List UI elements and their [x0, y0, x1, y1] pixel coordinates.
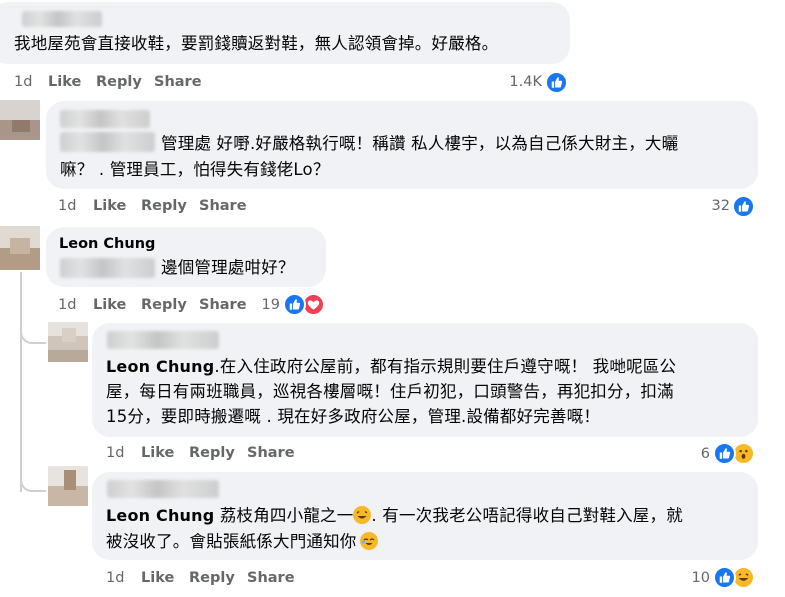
share-link[interactable]: Share — [247, 568, 295, 588]
thread-line — [20, 272, 22, 492]
share-link[interactable]: Share — [154, 72, 202, 92]
author-name-blurred[interactable] — [60, 110, 150, 128]
reply-link[interactable]: Reply — [96, 72, 142, 92]
share-link[interactable]: Share — [199, 295, 247, 315]
share-link[interactable]: Share — [247, 443, 295, 463]
mention-link[interactable]: Leon Chung — [106, 506, 214, 525]
author-name-blurred[interactable] — [107, 331, 219, 349]
comment-time[interactable]: 1d — [58, 196, 76, 216]
avatar[interactable] — [48, 322, 88, 362]
like-icon[interactable] — [545, 71, 568, 94]
like-icon[interactable] — [713, 566, 736, 589]
comment-time[interactable]: 1d — [106, 443, 124, 463]
reaction-count[interactable]: 6 — [690, 444, 710, 464]
reply-text-b: . 有一次我老公唔記得收自己對鞋入屋，就 — [371, 506, 683, 525]
avatar[interactable] — [0, 100, 40, 140]
reaction-count[interactable]: 32 — [690, 196, 730, 216]
reply-text-line-1: Leon Chung.在入住政府公屋前，都有指示規則要住戶遵守嘅！ 我哋呢區公 — [106, 355, 676, 379]
comment-actions: 1d Like Reply Share — [58, 295, 258, 315]
reply-text-line-2: 被沒收了。會貼張紙係大門通知你 — [106, 530, 378, 554]
comment-actions: 1d Like Reply Share — [14, 72, 214, 92]
comment-text: 我地屋苑會直接收鞋，要罰錢贖返對鞋，無人認領會掉。好嚴格。 — [14, 34, 499, 53]
like-icon[interactable] — [713, 442, 736, 465]
like-link[interactable]: Like — [141, 568, 174, 588]
comment-time[interactable]: 1d — [14, 72, 32, 92]
reaction-count[interactable]: 1.4K — [492, 72, 542, 92]
like-link[interactable]: Like — [93, 196, 126, 216]
comment-actions: 1d Like Reply Share — [58, 196, 258, 216]
reply-link[interactable]: Reply — [189, 443, 235, 463]
comment-text: 邊個管理處咁好？ — [161, 258, 295, 277]
reply-link[interactable]: Reply — [189, 568, 235, 588]
reply-actions: 1d Like Reply Share — [106, 443, 306, 463]
author-name-blurred[interactable] — [22, 11, 102, 27]
avatar[interactable] — [48, 466, 88, 506]
like-link[interactable]: Like — [141, 443, 174, 463]
author-name[interactable]: Leon Chung — [59, 236, 155, 252]
tagged-name-blurred[interactable] — [60, 258, 155, 278]
author-name-blurred[interactable] — [107, 480, 219, 498]
reply-link[interactable]: Reply — [141, 295, 187, 315]
reply-connector — [20, 320, 46, 344]
laughing-emoji-icon — [353, 506, 372, 524]
reply-actions: 1d Like Reply Share — [106, 568, 306, 588]
like-link[interactable]: Like — [48, 72, 81, 92]
comment-text-line-2: 嘛？ . 管理員工，怕得失有錢佬Lo？ — [60, 160, 330, 179]
reply-text-line-3: 15分，要即時搬遷嘅 . 現在好多政府公屋，管理.設備都好完善嘅！ — [106, 407, 601, 426]
like-link[interactable]: Like — [93, 295, 126, 315]
reply-text: 被沒收了。會貼張紙係大門通知你 — [106, 532, 357, 551]
mention-link[interactable]: Leon Chung — [106, 357, 214, 376]
reply-text: .在入住政府公屋前，都有指示規則要住戶遵守嘅！ 我哋呢區公 — [214, 357, 677, 376]
reaction-count[interactable]: 10 — [680, 568, 710, 588]
avatar[interactable] — [0, 226, 40, 270]
reply-text-line-2: 屋，每日有兩班職員，巡視各樓層嘅！住戶初犯，口頭警告，再犯扣分，扣滿 — [106, 382, 674, 401]
reply-connector — [20, 468, 46, 492]
reply-text-a: 荔枝角四小龍之一 — [214, 506, 354, 525]
reply-link[interactable]: Reply — [141, 196, 187, 216]
tagged-name-blurred[interactable] — [60, 132, 155, 152]
comment-time[interactable]: 1d — [106, 568, 124, 588]
comment-time[interactable]: 1d — [58, 295, 76, 315]
comment-text-line-1: 管理處 好嘢.好嚴格執行嘅！稱讚 私人樓宇，以為自己係大財主，大曬 — [161, 134, 679, 153]
reaction-count[interactable]: 19 — [248, 295, 280, 315]
share-link[interactable]: Share — [199, 196, 247, 216]
reply-text-line-1: Leon Chung 荔枝角四小龍之一 . 有一次我老公唔記得收自己對鞋入屋，就 — [106, 504, 683, 528]
like-icon[interactable] — [283, 293, 306, 316]
like-icon[interactable] — [732, 195, 755, 218]
crying-laughing-emoji-icon — [359, 532, 378, 550]
